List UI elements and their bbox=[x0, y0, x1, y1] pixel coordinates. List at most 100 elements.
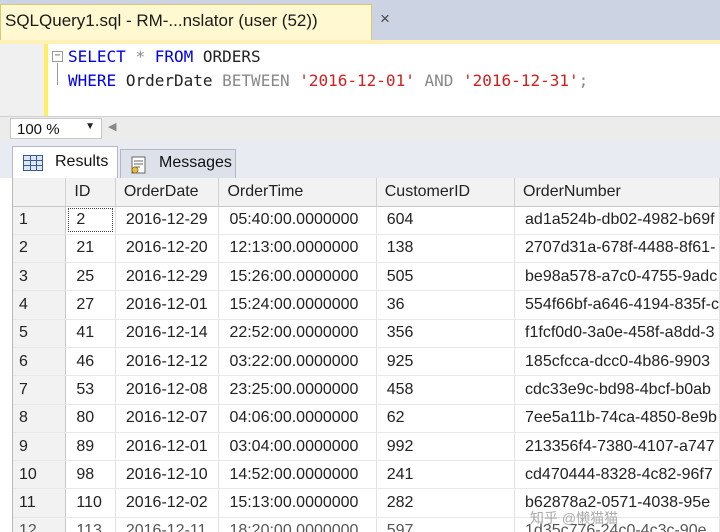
cell-ordernumber[interactable]: cd470444-8328-4c82-96f7 bbox=[514, 460, 720, 490]
cell-ordernumber[interactable]: 7ee5a11b-74ca-4850-8e9b bbox=[514, 404, 720, 433]
table-row[interactable]: 10 98 2016-12-10 14:52:00.0000000 241 cd… bbox=[13, 460, 720, 490]
chevron-down-icon[interactable]: ▼ bbox=[85, 121, 95, 132]
cell-customerid[interactable]: 241 bbox=[376, 460, 516, 490]
cell-ordertime[interactable]: 15:13:00.0000000 bbox=[218, 488, 377, 518]
cell-id[interactable]: 46 bbox=[65, 347, 116, 377]
cell-orderdate[interactable]: 2016-12-12 bbox=[115, 347, 220, 377]
cell-id[interactable]: 25 bbox=[65, 262, 116, 292]
cell-ordertime[interactable]: 03:22:00.0000000 bbox=[218, 347, 377, 377]
cell-orderdate[interactable]: 2016-12-29 bbox=[115, 262, 220, 292]
keyword-from: FROM bbox=[154, 47, 194, 66]
cell-customerid[interactable]: 62 bbox=[376, 404, 516, 433]
cell-id[interactable]: 98 bbox=[65, 460, 116, 490]
cell-orderdate[interactable]: 2016-12-01 bbox=[115, 432, 220, 462]
cell-orderdate[interactable]: 2016-12-08 bbox=[115, 375, 220, 405]
column-header-ordertime[interactable]: OrderTime bbox=[218, 178, 377, 207]
column-header-ordernumber[interactable]: OrderNumber bbox=[514, 178, 720, 207]
cell-ordertime[interactable]: 12:13:00.0000000 bbox=[218, 234, 377, 264]
column-header-orderdate[interactable]: OrderDate bbox=[115, 178, 220, 207]
row-number[interactable]: 9 bbox=[13, 432, 67, 462]
cell-ordertime[interactable]: 23:25:00.0000000 bbox=[218, 375, 377, 405]
cell-ordertime[interactable]: 22:52:00.0000000 bbox=[218, 319, 377, 348]
collapse-icon[interactable]: − bbox=[52, 51, 63, 62]
cell-orderdate[interactable]: 2016-12-11 bbox=[115, 517, 220, 532]
cell-orderdate[interactable]: 2016-12-10 bbox=[115, 460, 220, 490]
row-number[interactable]: 3 bbox=[13, 262, 67, 292]
cell-customerid[interactable]: 458 bbox=[376, 375, 516, 405]
column-header-customerid[interactable]: CustomerID bbox=[376, 178, 516, 207]
row-number[interactable]: 7 bbox=[13, 375, 67, 405]
cell-ordernumber[interactable]: cdc33e9c-bd98-4bcf-b0ab bbox=[514, 375, 720, 405]
close-icon[interactable]: × bbox=[380, 9, 390, 29]
code-line-2: WHERE OrderDate BETWEEN '2016-12-01' AND… bbox=[68, 71, 588, 90]
cell-id[interactable]: 89 bbox=[65, 432, 116, 462]
zoom-dropdown[interactable]: 100 % ▼ bbox=[10, 118, 102, 139]
cell-id[interactable]: 2 bbox=[65, 206, 116, 235]
cell-ordertime[interactable]: 15:26:00.0000000 bbox=[218, 262, 377, 292]
row-number[interactable]: 10 bbox=[13, 460, 67, 490]
table-row[interactable]: 3 25 2016-12-29 15:26:00.0000000 505 be9… bbox=[13, 262, 720, 292]
cell-customerid[interactable]: 597 bbox=[376, 517, 516, 532]
cell-customerid[interactable]: 925 bbox=[376, 347, 516, 377]
cell-id[interactable]: 27 bbox=[65, 290, 116, 320]
row-number[interactable]: 2 bbox=[13, 234, 67, 264]
table-row[interactable]: 5 41 2016-12-14 22:52:00.0000000 356 f1f… bbox=[13, 319, 720, 348]
cell-orderdate[interactable]: 2016-12-20 bbox=[115, 234, 220, 264]
cell-id[interactable]: 53 bbox=[65, 375, 116, 405]
cell-ordertime[interactable]: 15:24:00.0000000 bbox=[218, 290, 377, 320]
cell-customerid[interactable]: 282 bbox=[376, 488, 516, 518]
cell-customerid[interactable]: 505 bbox=[376, 262, 516, 292]
row-number[interactable]: 12 bbox=[13, 517, 67, 532]
editor-tab[interactable]: SQLQuery1.sql - RM-...nslator (user (52)… bbox=[0, 4, 372, 40]
query-editor[interactable]: − SELECT * FROM ORDERS WHERE OrderDate B… bbox=[0, 44, 720, 116]
cell-orderdate[interactable]: 2016-12-01 bbox=[115, 290, 220, 320]
column-header-id[interactable]: ID bbox=[65, 178, 116, 207]
cell-orderdate[interactable]: 2016-12-07 bbox=[115, 404, 220, 433]
cell-orderdate[interactable]: 2016-12-14 bbox=[115, 319, 220, 348]
cell-ordernumber[interactable]: be98a578-a7c0-4755-9adc bbox=[514, 262, 720, 292]
cell-ordertime[interactable]: 05:40:00.0000000 bbox=[218, 206, 377, 235]
table-row[interactable]: 6 46 2016-12-12 03:22:00.0000000 925 185… bbox=[13, 347, 720, 377]
cell-ordernumber[interactable]: ad1a524b-db02-4982-b69f bbox=[514, 206, 720, 235]
watermark: 知乎 @懒猫猫 bbox=[530, 510, 619, 526]
cell-customerid[interactable]: 992 bbox=[376, 432, 516, 462]
cell-ordernumber[interactable]: 2707d31a-678f-4488-8f61- bbox=[514, 234, 720, 264]
table-row[interactable]: 4 27 2016-12-01 15:24:00.0000000 36 554f… bbox=[13, 290, 720, 320]
cell-ordertime[interactable]: 14:52:00.0000000 bbox=[218, 460, 377, 490]
cell-customerid[interactable]: 356 bbox=[376, 319, 516, 348]
results-grid[interactable]: ID OrderDate OrderTime CustomerID OrderN… bbox=[12, 178, 720, 532]
row-number[interactable]: 11 bbox=[13, 488, 67, 518]
cell-ordertime[interactable]: 18:20:00.0000000 bbox=[218, 517, 377, 532]
cell-id[interactable]: 110 bbox=[65, 488, 116, 518]
row-number[interactable]: 6 bbox=[13, 347, 67, 377]
table-row[interactable]: 1 2 2016-12-29 05:40:00.0000000 604 ad1a… bbox=[13, 206, 720, 235]
cell-id[interactable]: 80 bbox=[65, 404, 116, 433]
tab-messages[interactable]: Messages bbox=[120, 149, 236, 178]
cell-orderdate[interactable]: 2016-12-29 bbox=[115, 206, 220, 235]
cell-ordernumber[interactable]: 554f66bf-a646-4194-835f-c bbox=[514, 290, 720, 320]
cell-id[interactable]: 113 bbox=[65, 517, 116, 532]
table-row[interactable]: 7 53 2016-12-08 23:25:00.0000000 458 cdc… bbox=[13, 375, 720, 405]
table-row[interactable]: 2 21 2016-12-20 12:13:00.0000000 138 270… bbox=[13, 234, 720, 264]
start-date-literal: '2016-12-01' bbox=[299, 71, 415, 90]
cell-customerid[interactable]: 36 bbox=[376, 290, 516, 320]
cell-ordertime[interactable]: 04:06:00.0000000 bbox=[218, 404, 377, 433]
cell-customerid[interactable]: 604 bbox=[376, 206, 516, 235]
row-number[interactable]: 1 bbox=[13, 206, 67, 235]
column-header-rownum[interactable] bbox=[13, 178, 67, 207]
row-number[interactable]: 8 bbox=[13, 404, 67, 433]
cell-id[interactable]: 21 bbox=[65, 234, 116, 264]
cell-ordertime[interactable]: 03:04:00.0000000 bbox=[218, 432, 377, 462]
scroll-left-icon[interactable]: ◀ bbox=[108, 120, 116, 133]
tab-results[interactable]: Results bbox=[12, 146, 118, 180]
row-number[interactable]: 5 bbox=[13, 319, 67, 348]
cell-orderdate[interactable]: 2016-12-02 bbox=[115, 488, 220, 518]
cell-ordernumber[interactable]: 185cfcca-dcc0-4b86-9903 bbox=[514, 347, 720, 377]
cell-id[interactable]: 41 bbox=[65, 319, 116, 348]
cell-customerid[interactable]: 138 bbox=[376, 234, 516, 264]
cell-ordernumber[interactable]: 213356f4-7380-4107-a747 bbox=[514, 432, 720, 462]
table-row[interactable]: 9 89 2016-12-01 03:04:00.0000000 992 213… bbox=[13, 432, 720, 462]
table-row[interactable]: 8 80 2016-12-07 04:06:00.0000000 62 7ee5… bbox=[13, 404, 720, 433]
row-number[interactable]: 4 bbox=[13, 290, 67, 320]
cell-ordernumber[interactable]: f1fcf0d0-3a0e-458f-a8dd-3 bbox=[514, 319, 720, 348]
